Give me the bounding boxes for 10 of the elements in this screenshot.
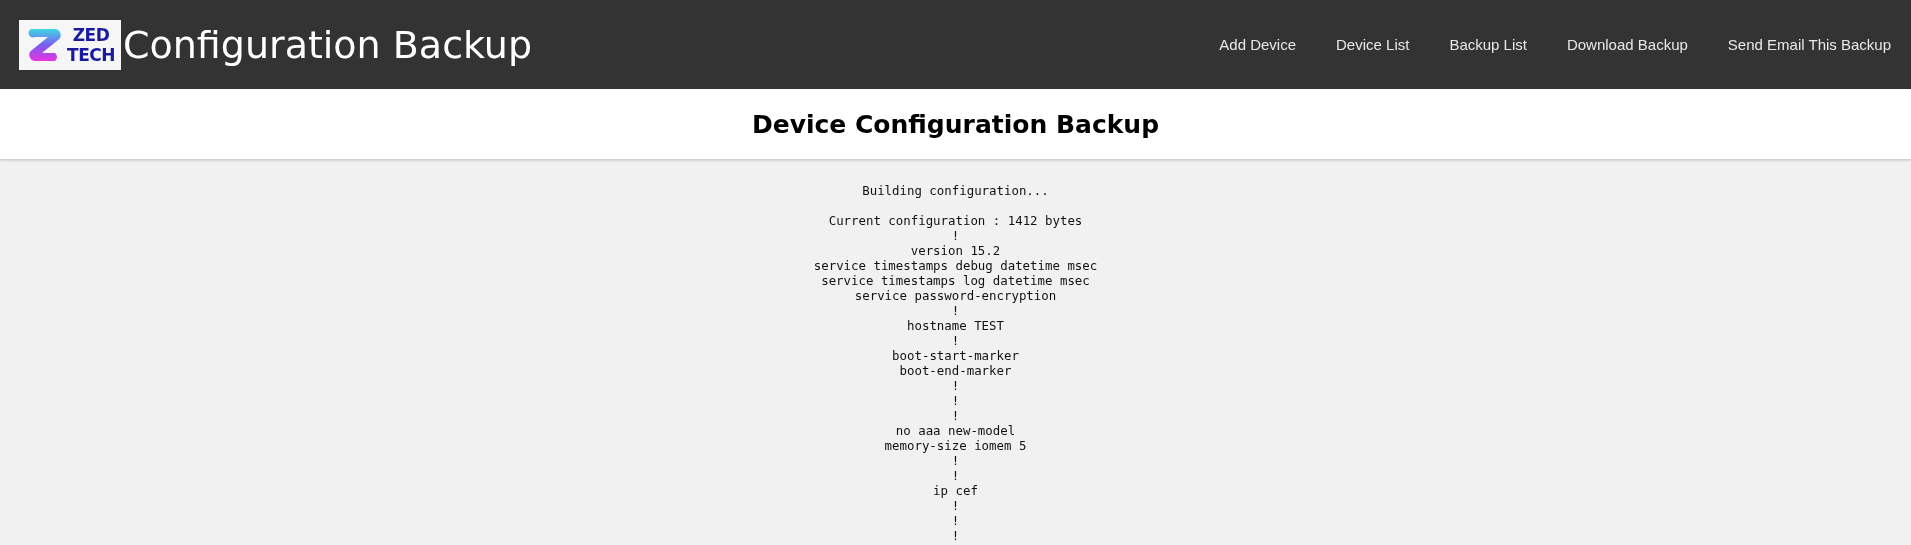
nav-link[interactable]: Backup List (1449, 36, 1527, 53)
nav-link[interactable]: Download Backup (1566, 36, 1688, 53)
page-title: Device Configuration Backup (751, 109, 1160, 139)
nav-link[interactable]: Device List (1336, 36, 1410, 53)
logo-text: ZED (71, 24, 111, 45)
config-text: Building configuration... Current configuration : 1412 bytes ! version 15.2 service timestamps debug datetime msec service timestamps log datetime msec service password-encryption ! hostname TEST ! boot-start-marker boot-end-marker ! ! ! no aaa new-model memory-size iomem 5 ! ! ip cef ! ! ! (813, 183, 1098, 543)
nav-link[interactable]: Send Email This Backup (1727, 36, 1891, 53)
nav-link[interactable]: Add Device (1219, 36, 1297, 53)
app-title: Configuration Backup (123, 22, 533, 67)
logo-text: TECH (67, 44, 115, 65)
